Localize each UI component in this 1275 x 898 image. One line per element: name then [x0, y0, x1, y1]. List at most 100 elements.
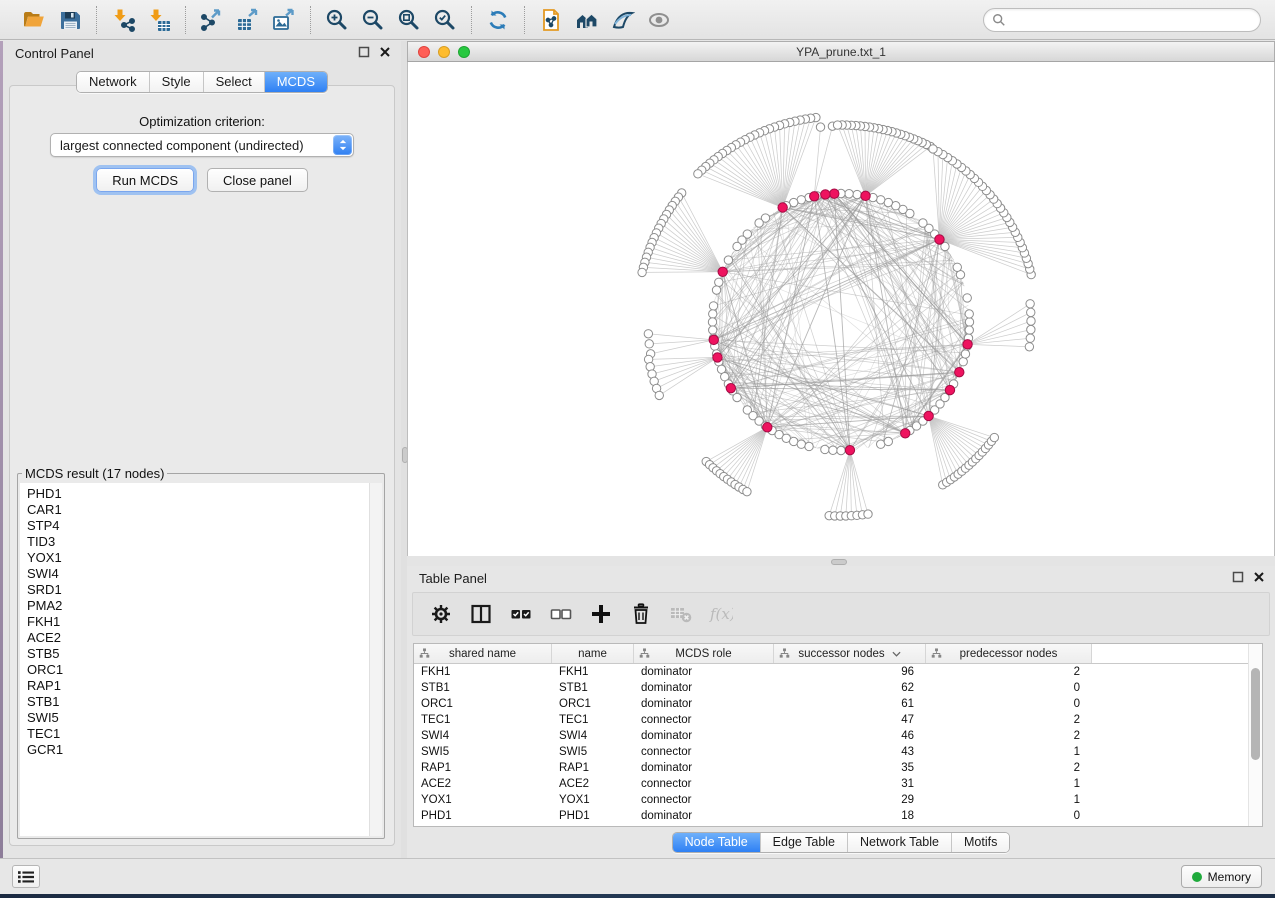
mcds-hub-node[interactable]: [935, 235, 944, 244]
table-cell[interactable]: 43: [774, 744, 926, 760]
mcds-hub-node[interactable]: [718, 267, 727, 276]
ring-node[interactable]: [953, 263, 961, 271]
table-row[interactable]: RAP1RAP1dominator352: [414, 760, 1262, 776]
optimization-criterion-select[interactable]: largest connected component (undirected): [50, 133, 354, 157]
node-table[interactable]: shared namenameMCDS rolesuccessor nodesp…: [413, 643, 1263, 827]
mcds-result-item[interactable]: ORC1: [27, 662, 382, 678]
select-all-button[interactable]: [507, 600, 535, 628]
export-image-button[interactable]: [270, 6, 298, 34]
table-cell[interactable]: 46: [774, 728, 926, 744]
ring-node[interactable]: [845, 190, 853, 198]
memory-button[interactable]: Memory: [1181, 865, 1262, 888]
table-cell[interactable]: 1: [926, 792, 1092, 808]
table-cell[interactable]: PHD1: [552, 808, 634, 824]
tab-select[interactable]: Select: [204, 72, 265, 92]
horizontal-splitter[interactable]: [407, 556, 1275, 566]
tab-edge-table[interactable]: Edge Table: [761, 833, 848, 852]
leaf-node[interactable]: [638, 268, 646, 276]
column-header-shared-name[interactable]: shared name: [414, 644, 552, 663]
leaf-node[interactable]: [1025, 343, 1033, 351]
tab-style[interactable]: Style: [150, 72, 204, 92]
table-cell[interactable]: 47: [774, 712, 926, 728]
leaf-node[interactable]: [655, 391, 663, 399]
ring-node[interactable]: [797, 440, 805, 448]
table-row[interactable]: STB1STB1dominator620: [414, 680, 1262, 696]
ring-node[interactable]: [877, 196, 885, 204]
mcds-result-item[interactable]: SRD1: [27, 582, 382, 598]
ring-node[interactable]: [965, 310, 973, 318]
table-cell[interactable]: YOX1: [552, 792, 634, 808]
table-cell[interactable]: ACE2: [414, 776, 552, 792]
table-cell[interactable]: TEC1: [552, 712, 634, 728]
mcds-result-item[interactable]: ACE2: [27, 630, 382, 646]
mcds-result-item[interactable]: SWI5: [27, 710, 382, 726]
close-panel-icon[interactable]: [1253, 571, 1265, 583]
network-title-bar[interactable]: YPA_prune.txt_1: [407, 41, 1275, 62]
zoom-out-button[interactable]: [359, 6, 387, 34]
mcds-hub-node[interactable]: [763, 423, 772, 432]
mcds-result-item[interactable]: STP4: [27, 518, 382, 534]
columns-button[interactable]: [467, 600, 495, 628]
network-canvas[interactable]: [407, 62, 1275, 556]
mcds-hub-node[interactable]: [726, 383, 735, 392]
table-row[interactable]: ORC1ORC1dominator610: [414, 696, 1262, 712]
ring-node[interactable]: [961, 350, 969, 358]
table-cell[interactable]: FKH1: [552, 664, 634, 680]
search-box[interactable]: [983, 8, 1261, 32]
mcds-hub-node[interactable]: [901, 429, 910, 438]
ring-node[interactable]: [963, 294, 971, 302]
table-cell[interactable]: 35: [774, 760, 926, 776]
leaf-node[interactable]: [1026, 300, 1034, 308]
mcds-hub-node[interactable]: [709, 335, 718, 344]
ring-node[interactable]: [715, 278, 723, 286]
column-header-predecessor-nodes[interactable]: predecessor nodes: [926, 644, 1092, 663]
search-input[interactable]: [1006, 10, 1260, 30]
ring-node[interactable]: [733, 393, 741, 401]
mcds-hub-node[interactable]: [713, 353, 722, 362]
leaf-node[interactable]: [1027, 317, 1035, 325]
mcds-result-item[interactable]: TID3: [27, 534, 382, 550]
table-cell[interactable]: STB1: [414, 680, 552, 696]
tab-motifs[interactable]: Motifs: [952, 833, 1009, 852]
table-cell[interactable]: connector: [634, 744, 774, 760]
mcds-result-item[interactable]: STB1: [27, 694, 382, 710]
table-cell[interactable]: 2: [926, 664, 1092, 680]
import-table-button[interactable]: [145, 6, 173, 34]
close-panel-icon[interactable]: [379, 46, 391, 58]
mcds-hub-node[interactable]: [845, 445, 854, 454]
ring-node[interactable]: [959, 358, 967, 366]
table-cell[interactable]: RAP1: [552, 760, 634, 776]
table-cell[interactable]: connector: [634, 792, 774, 808]
leaf-node[interactable]: [1027, 308, 1035, 316]
open-folder-button[interactable]: [20, 6, 48, 34]
home-neighbors-button[interactable]: [573, 6, 601, 34]
leaf-node[interactable]: [816, 123, 824, 131]
table-row[interactable]: YOX1YOX1connector291: [414, 792, 1262, 808]
table-row[interactable]: PHD1PHD1dominator180: [414, 808, 1262, 824]
mcds-hub-node[interactable]: [963, 340, 972, 349]
mcds-hub-node[interactable]: [861, 191, 870, 200]
add-row-button[interactable]: [587, 600, 615, 628]
ring-node[interactable]: [733, 242, 741, 250]
table-row[interactable]: SWI5SWI5connector431: [414, 744, 1262, 760]
save-button[interactable]: [56, 6, 84, 34]
table-cell[interactable]: 2: [926, 728, 1092, 744]
table-cell[interactable]: ORC1: [552, 696, 634, 712]
ring-node[interactable]: [821, 445, 829, 453]
table-row[interactable]: ACE2ACE2connector311: [414, 776, 1262, 792]
tab-mcds[interactable]: MCDS: [265, 72, 327, 92]
float-panel-icon[interactable]: [358, 46, 370, 58]
table-cell[interactable]: RAP1: [414, 760, 552, 776]
mcds-result-list[interactable]: PHD1CAR1STP4TID3YOX1SWI4SRD1PMA2FKH1ACE2…: [20, 483, 382, 836]
ring-node[interactable]: [837, 446, 845, 454]
table-cell[interactable]: STB1: [552, 680, 634, 696]
table-cell[interactable]: dominator: [634, 728, 774, 744]
export-network-button[interactable]: [198, 6, 226, 34]
leaf-node[interactable]: [1027, 325, 1035, 333]
table-row[interactable]: FKH1FKH1dominator962: [414, 664, 1262, 680]
column-header-successor-nodes[interactable]: successor nodes: [774, 644, 926, 663]
float-panel-icon[interactable]: [1232, 571, 1244, 583]
mcds-result-item[interactable]: YOX1: [27, 550, 382, 566]
ring-node[interactable]: [755, 219, 763, 227]
leaf-node[interactable]: [743, 487, 751, 495]
